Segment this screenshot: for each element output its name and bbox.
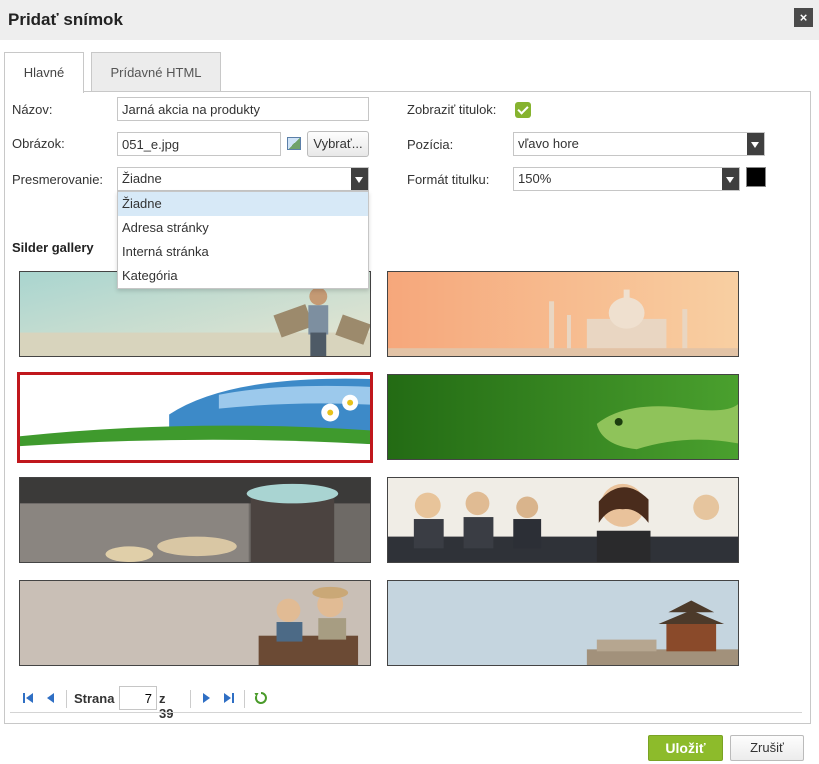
grass-daisies-image [20,375,370,460]
title-color-swatch[interactable] [746,167,766,187]
refresh-icon[interactable] [254,691,268,705]
name-label: Názov: [12,102,53,117]
redirect-option-none[interactable]: Žiadne [118,192,368,216]
pager-separator [190,690,191,708]
name-input[interactable] [117,97,369,121]
gallery-thumb-kids-aviators[interactable] [19,580,371,666]
green-iguana-image [388,375,738,459]
previous-page-icon[interactable] [45,692,57,704]
gallery-thumb-grass-daisies[interactable] [17,372,373,463]
dialog-title: Pridať snímok [8,10,123,29]
gallery-title: Silder gallery [12,240,94,255]
choose-image-button[interactable]: Vybrať... [307,131,369,157]
tab-main[interactable]: Hlavné [4,52,84,93]
position-label: Pozícia: [407,137,454,152]
gallery-thumb-taj-mahal[interactable] [387,271,739,357]
dialog-titlebar: Pridať snímok × [0,0,819,40]
tab-extra-html[interactable]: Prídavné HTML [91,52,221,92]
redirect-dropdown-list: Žiadne Adresa stránky Interná stránka Ka… [117,191,369,289]
redirect-option-internal-page[interactable]: Interná stránka [118,240,368,264]
show-title-label: Zobraziť titulok: [407,102,497,117]
close-button[interactable]: × [794,8,813,27]
redirect-label: Presmerovanie: [12,172,104,187]
show-title-checkbox[interactable] [515,102,531,118]
gallery-thumb-green-iguana[interactable] [387,374,739,460]
chinese-pagoda-image [388,581,738,665]
next-page-icon[interactable] [200,692,212,704]
coffee-macarons-image [20,478,370,562]
position-select[interactable]: vľavo hore [513,132,765,156]
page-number-input[interactable] [119,686,157,710]
image-label: Obrázok: [12,136,65,151]
gallery-thumb-coffee-macarons[interactable] [19,477,371,563]
redirect-option-category[interactable]: Kategória [118,264,368,288]
image-input[interactable] [117,132,281,156]
business-people-image [388,478,738,562]
chevron-down-icon[interactable] [351,168,368,190]
first-page-icon[interactable] [22,692,34,704]
pager-separator [66,690,67,708]
title-format-select[interactable]: 150% [513,167,740,191]
footer-divider [10,712,802,713]
redirect-option-url[interactable]: Adresa stránky [118,216,368,240]
position-select-value: vľavo hore [518,136,579,151]
chevron-down-icon[interactable] [747,133,764,155]
redirect-select-value: Žiadne [122,171,162,186]
page-label: Strana [74,691,115,706]
gallery-thumb-business-people[interactable] [387,477,739,563]
pager-separator [244,690,245,708]
page-total: z 39 [159,691,174,721]
taj-mahal-image [388,272,738,356]
image-preview-icon[interactable] [287,137,301,150]
title-format-label: Formát titulku: [407,172,490,187]
title-format-select-value: 150% [518,171,552,186]
redirect-select[interactable]: Žiadne [117,167,369,191]
kids-aviators-image [20,581,370,665]
save-button[interactable]: Uložiť [648,735,723,761]
last-page-icon[interactable] [223,692,235,704]
gallery-thumb-chinese-pagoda[interactable] [387,580,739,666]
cancel-button[interactable]: Zrušiť [730,735,804,761]
chevron-down-icon[interactable] [722,168,739,190]
